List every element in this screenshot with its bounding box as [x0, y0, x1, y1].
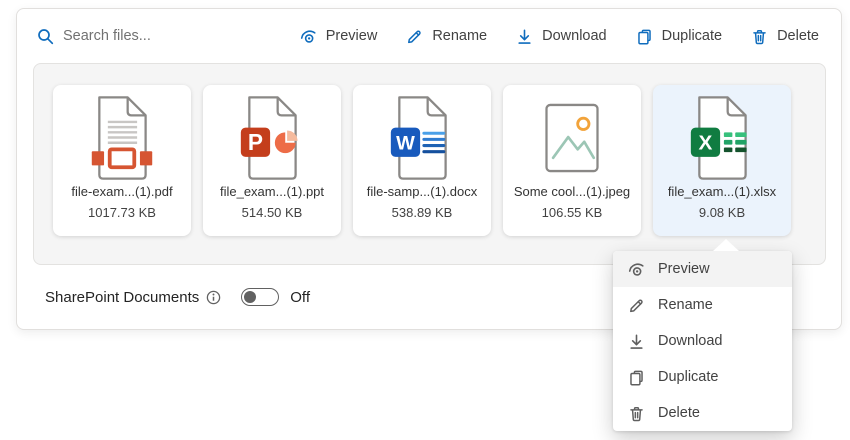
- file-card-pdf[interactable]: file-exam...(1).pdf 1017.73 KB: [53, 85, 191, 236]
- duplicate-icon: [636, 28, 653, 45]
- file-name: Some cool...(1).jpeg: [513, 184, 631, 199]
- info-icon[interactable]: [206, 290, 221, 305]
- file-list-container: file-exam...(1).pdf 1017.73 KB P file_ex…: [33, 63, 826, 265]
- file-size: 514.50 KB: [241, 205, 303, 220]
- menu-item-label: Duplicate: [658, 369, 719, 385]
- svg-text:X: X: [699, 131, 713, 154]
- word-file-icon: W: [388, 94, 456, 182]
- file-card-jpeg[interactable]: Some cool...(1).jpeg 106.55 KB: [503, 85, 641, 236]
- excel-file-icon: X: [688, 94, 756, 182]
- file-size: 1017.73 KB: [88, 205, 156, 220]
- file-name: file_exam...(1).ppt: [219, 184, 325, 199]
- toggle-state-label: Off: [290, 288, 310, 306]
- download-button[interactable]: Download: [516, 28, 607, 45]
- menu-item-delete[interactable]: Delete: [613, 395, 792, 431]
- file-name: file_exam...(1).xlsx: [667, 184, 777, 199]
- preview-icon: [628, 261, 645, 278]
- menu-item-label: Delete: [658, 405, 700, 421]
- toggle-knob: [244, 291, 257, 303]
- menu-item-preview[interactable]: Preview: [613, 251, 792, 287]
- preview-button[interactable]: Preview: [300, 28, 378, 45]
- download-icon: [516, 28, 533, 45]
- menu-item-rename[interactable]: Rename: [613, 287, 792, 323]
- rename-label: Rename: [432, 28, 488, 44]
- svg-text:P: P: [248, 129, 263, 155]
- menu-item-download[interactable]: Download: [613, 323, 792, 359]
- rename-button[interactable]: Rename: [406, 28, 487, 45]
- delete-icon: [751, 28, 768, 45]
- sharepoint-documents-label: SharePoint Documents: [45, 288, 200, 306]
- menu-item-label: Download: [658, 333, 723, 349]
- file-manager-widget: Preview Rename: [0, 0, 850, 440]
- delete-icon: [628, 405, 645, 422]
- powerpoint-file-icon: P: [238, 94, 306, 182]
- context-menu-beak: [713, 239, 739, 251]
- context-menu: Preview Rename Download Duplicate Delete: [613, 251, 792, 431]
- rename-icon: [628, 297, 645, 314]
- file-card-docx[interactable]: W file-samp...(1).docx 538.89 KB: [353, 85, 491, 236]
- footer-bar: SharePoint Documents Off: [45, 283, 310, 311]
- delete-button[interactable]: Delete: [751, 28, 819, 45]
- file-size: 538.89 KB: [391, 205, 453, 220]
- search-input[interactable]: [63, 28, 243, 44]
- search-icon: [37, 28, 54, 45]
- file-card-xlsx[interactable]: X file_exam...(1).xlsx 9.08 KB: [653, 85, 791, 236]
- header-bar: Preview Rename: [17, 9, 841, 63]
- duplicate-icon: [628, 369, 645, 386]
- preview-icon: [300, 28, 317, 45]
- svg-text:W: W: [396, 132, 415, 154]
- menu-item-label: Rename: [658, 297, 713, 313]
- rename-icon: [406, 28, 423, 45]
- duplicate-button[interactable]: Duplicate: [636, 28, 722, 45]
- image-file-icon: [538, 94, 606, 182]
- download-icon: [628, 333, 645, 350]
- file-size: 106.55 KB: [541, 205, 603, 220]
- download-label: Download: [542, 28, 607, 44]
- pdf-file-icon: [88, 94, 156, 182]
- duplicate-label: Duplicate: [661, 28, 723, 44]
- menu-item-label: Preview: [658, 261, 710, 277]
- file-name: file-exam...(1).pdf: [71, 184, 173, 199]
- preview-label: Preview: [325, 28, 378, 44]
- sharepoint-toggle[interactable]: [241, 288, 280, 306]
- file-card-ppt[interactable]: P file_exam...(1).ppt 514.50 KB: [203, 85, 341, 236]
- file-size: 9.08 KB: [698, 205, 746, 220]
- toolbar: Preview Rename Download Duplicate Delete: [300, 28, 819, 45]
- menu-item-duplicate[interactable]: Duplicate: [613, 359, 792, 395]
- delete-label: Delete: [777, 28, 819, 44]
- file-name: file-samp...(1).docx: [366, 184, 478, 199]
- search-box[interactable]: [37, 28, 243, 45]
